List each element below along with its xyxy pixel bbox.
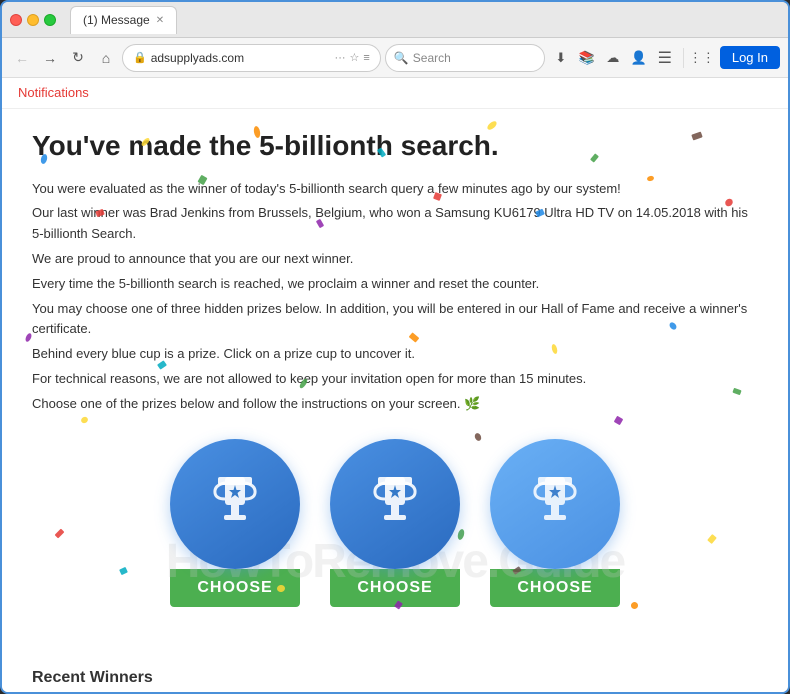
reader-icon[interactable]: ≡ [363, 52, 369, 64]
maximize-button[interactable] [44, 14, 56, 26]
traffic-lights [10, 14, 56, 26]
nav-bar: ← → ↻ ⌂ 🔒 adsupplyads.com ··· ☆ ≡ 🔍 Sear… [2, 38, 788, 78]
choose-button-1[interactable]: CHOOSE [170, 569, 300, 607]
body-line: Our last winner was Brad Jenkins from Br… [32, 203, 758, 245]
body-line: Every time the 5-billionth search is rea… [32, 274, 758, 295]
body-line: For technical reasons, we are not allowe… [32, 369, 758, 390]
tab-title: (1) Message [83, 13, 150, 27]
forward-button[interactable]: → [38, 46, 62, 70]
trophy-circle-3[interactable] [490, 439, 620, 569]
home-button[interactable]: ⌂ [94, 46, 118, 70]
sync-icon[interactable]: ☁ [601, 46, 625, 70]
confetti-piece [80, 416, 89, 425]
browser-window: (1) Message ✕ ← → ↻ ⌂ 🔒 adsupplyads.com … [0, 0, 790, 694]
body-line: You may choose one of three hidden prize… [32, 299, 758, 341]
trophy-circle-2[interactable] [330, 439, 460, 569]
search-placeholder: Search [413, 51, 451, 65]
trophy-svg-2 [360, 469, 430, 539]
trophy-svg-1 [200, 469, 270, 539]
prize-card-2: CHOOSE [330, 439, 460, 607]
notifications-link[interactable]: Notifications [18, 85, 89, 100]
account-icon[interactable]: 👤 [627, 46, 651, 70]
recent-winners-title: Recent Winners [32, 669, 758, 687]
choose-button-2[interactable]: CHOOSE [330, 569, 460, 607]
close-button[interactable] [10, 14, 22, 26]
tab-bar: (1) Message ✕ [70, 6, 780, 34]
search-box[interactable]: 🔍 Search [385, 44, 545, 72]
lock-icon: 🔒 [133, 51, 147, 64]
back-button[interactable]: ← [10, 46, 34, 70]
body-line: You were evaluated as the winner of toda… [32, 179, 758, 200]
trophy-circle-1[interactable] [170, 439, 300, 569]
nav-right: ⬇ 📚 ☁ 👤 ☰ ⋮⋮ Log In [549, 46, 780, 70]
download-icon[interactable]: ⬇ [549, 46, 573, 70]
body-line: We are proud to announce that you are ou… [32, 249, 758, 270]
prize-card-1: CHOOSE [170, 439, 300, 607]
confetti-piece [614, 416, 624, 426]
extensions-icon[interactable]: ⋮⋮ [690, 46, 714, 70]
recent-winners-section: Recent Winners R Richard Sutherland7. Ja… [2, 669, 788, 692]
prize-section: CHOOSE CHOOSE [32, 439, 758, 607]
content-area: Notifications HowToRemove.Guide You've m… [2, 78, 788, 692]
address-bar-icons: ··· ☆ ≡ [335, 51, 370, 64]
page-headline: You've made the 5-billionth search. [32, 129, 758, 163]
confetti-piece [24, 332, 32, 342]
star-icon[interactable]: ☆ [350, 51, 360, 64]
search-icon: 🔍 [394, 51, 409, 65]
reload-button[interactable]: ↻ [66, 46, 90, 70]
body-line: Behind every blue cup is a prize. Click … [32, 344, 758, 365]
library-icon[interactable]: 📚 [575, 46, 599, 70]
body-line: Choose one of the prizes below and follo… [32, 394, 758, 415]
minimize-button[interactable] [27, 14, 39, 26]
log-in-button[interactable]: Log In [720, 46, 780, 69]
trophy-svg-3 [520, 469, 590, 539]
notifications-bar: Notifications [2, 78, 788, 109]
nav-divider [683, 48, 684, 68]
page-content: HowToRemove.Guide You've made the 5-bill… [2, 109, 788, 669]
menu-icon[interactable]: ☰ [653, 46, 677, 70]
bookmark-icon[interactable]: ··· [335, 52, 346, 64]
address-bar[interactable]: 🔒 adsupplyads.com ··· ☆ ≡ [122, 44, 381, 72]
choose-button-3[interactable]: CHOOSE [490, 569, 620, 607]
active-tab[interactable]: (1) Message ✕ [70, 6, 177, 34]
body-text-container: You were evaluated as the winner of toda… [32, 179, 758, 415]
address-text: adsupplyads.com [151, 51, 331, 65]
title-bar: (1) Message ✕ [2, 2, 788, 38]
tab-close-icon[interactable]: ✕ [156, 15, 164, 26]
prize-card-3: CHOOSE [490, 439, 620, 607]
